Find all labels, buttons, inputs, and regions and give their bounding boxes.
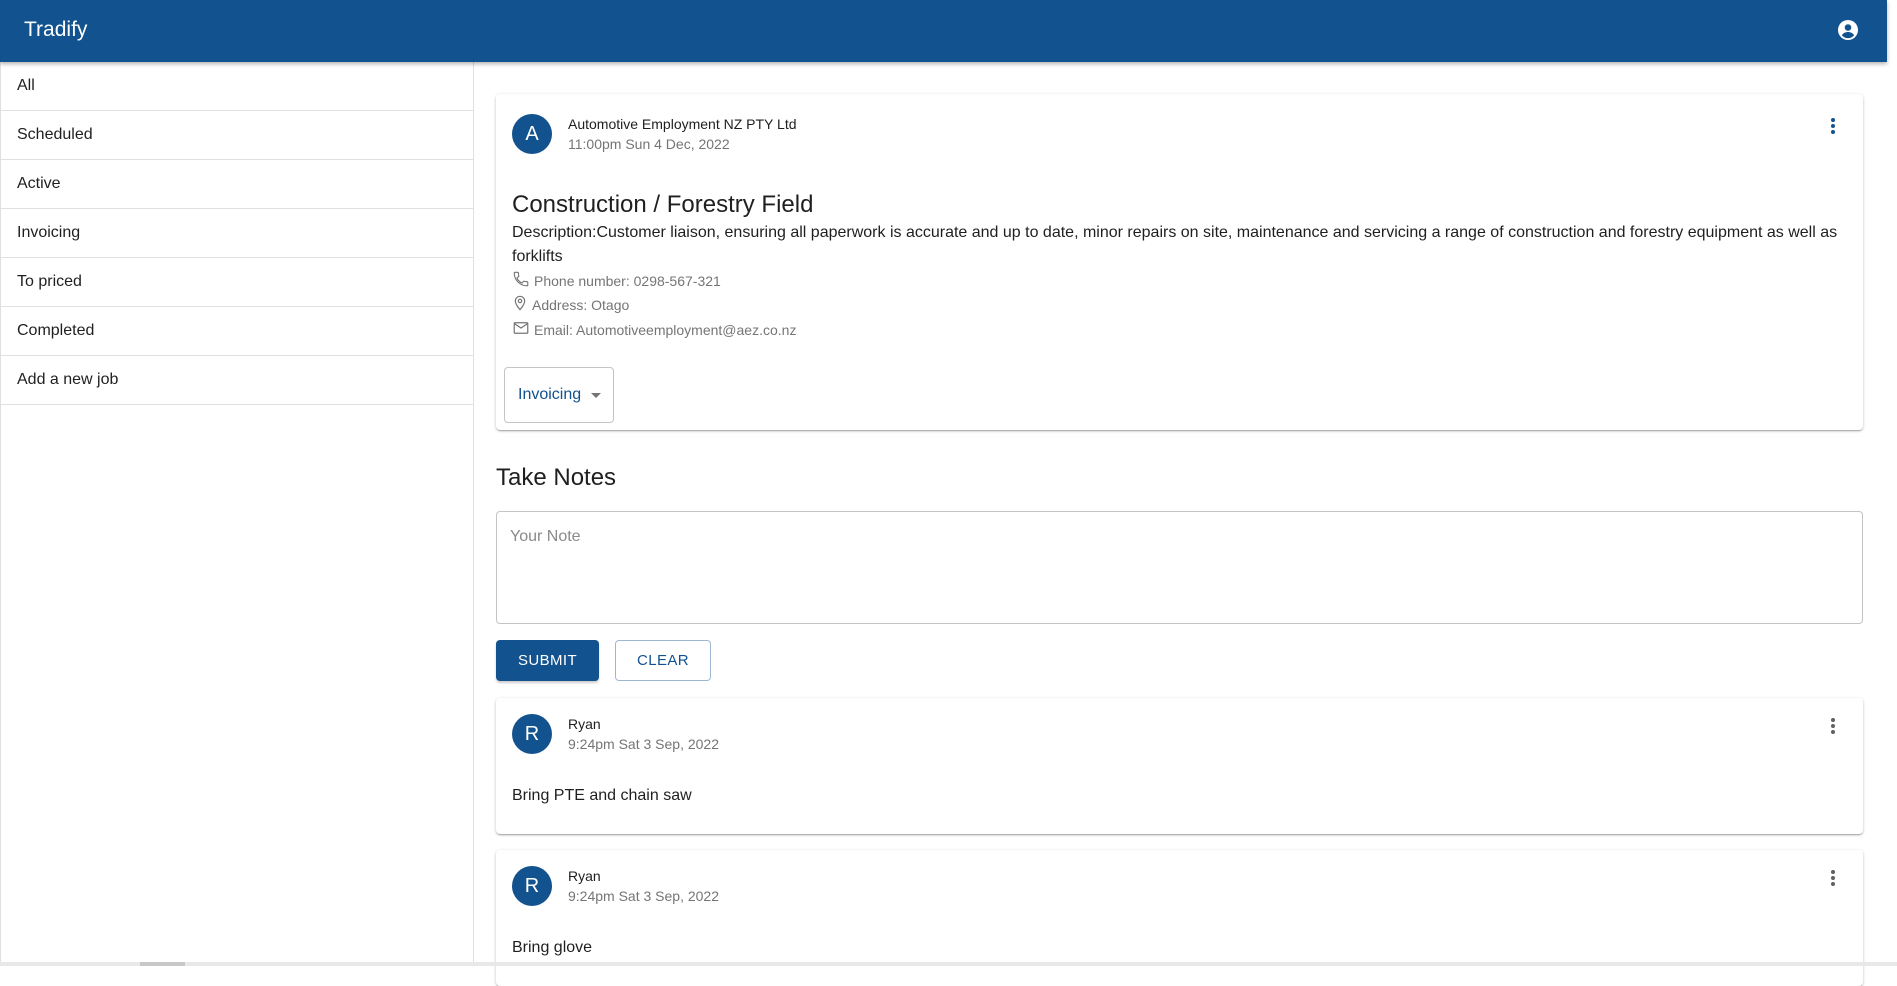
mail-icon (512, 319, 534, 340)
more-vert-icon[interactable] (1821, 114, 1845, 138)
horizontal-scrollbar[interactable] (0, 962, 1897, 966)
job-description: Description:Customer liaison, ensuring a… (512, 221, 1852, 269)
sidebar-item-invoicing[interactable]: Invoicing (1, 209, 473, 258)
sidebar-item-active[interactable]: Active (1, 160, 473, 209)
avatar: R (512, 866, 552, 906)
phone-icon (512, 270, 534, 291)
job-email-text: Email: Automotiveemployment@aez.co.nz (534, 322, 796, 338)
status-select-value: Invoicing (518, 386, 581, 404)
sidebar-item-add-new-job[interactable]: Add a new job (1, 356, 473, 405)
note-input[interactable] (510, 528, 1850, 608)
job-email: Email: Automotiveemployment@aez.co.nz (512, 319, 796, 340)
sidebar: All Scheduled Active Invoicing To priced… (0, 62, 474, 966)
job-company: Automotive Employment NZ PTY Ltd (568, 116, 797, 132)
main-content: A Automotive Employment NZ PTY Ltd 11:00… (496, 62, 1863, 966)
job-title: Construction / Forestry Field (512, 191, 813, 219)
note-field[interactable] (496, 511, 1863, 624)
scrollbar-thumb[interactable] (140, 962, 185, 966)
more-vert-icon[interactable] (1821, 866, 1845, 890)
job-timestamp: 11:00pm Sun 4 Dec, 2022 (568, 136, 730, 152)
account-circle-icon[interactable] (1836, 18, 1860, 42)
sidebar-item-label: Invoicing (17, 224, 80, 242)
app-bar: Tradify (0, 0, 1887, 62)
notes-title: Take Notes (496, 464, 616, 492)
more-vert-icon[interactable] (1821, 714, 1845, 738)
job-phone: Phone number: 0298-567-321 (512, 270, 721, 291)
note-timestamp: 9:24pm Sat 3 Sep, 2022 (568, 888, 719, 904)
note-author: Ryan (568, 716, 601, 732)
note-text: Bring glove (512, 939, 592, 957)
avatar: A (512, 114, 552, 154)
app-title: Tradify (24, 18, 87, 42)
sidebar-item-label: To priced (17, 273, 82, 291)
sidebar-item-scheduled[interactable]: Scheduled (1, 111, 473, 160)
sidebar-item-label: Completed (17, 322, 94, 340)
location-pin-icon (512, 294, 532, 315)
status-select[interactable]: Invoicing (504, 367, 614, 423)
note-text: Bring PTE and chain saw (512, 787, 692, 805)
sidebar-item-all[interactable]: All (1, 62, 473, 111)
submit-button[interactable]: SUBMIT (496, 640, 599, 681)
sidebar-item-label: Scheduled (17, 126, 93, 144)
arrow-drop-down-icon (591, 393, 601, 398)
sidebar-item-label: Active (17, 175, 61, 193)
note-card: R Ryan 9:24pm Sat 3 Sep, 2022 Bring PTE … (496, 698, 1863, 834)
clear-button[interactable]: CLEAR (615, 640, 711, 681)
sidebar-item-label: Add a new job (17, 371, 118, 389)
avatar: R (512, 714, 552, 754)
note-timestamp: 9:24pm Sat 3 Sep, 2022 (568, 736, 719, 752)
job-address-text: Address: Otago (532, 297, 629, 313)
sidebar-item-completed[interactable]: Completed (1, 307, 473, 356)
note-author: Ryan (568, 868, 601, 884)
job-address: Address: Otago (512, 294, 629, 315)
job-phone-text: Phone number: 0298-567-321 (534, 273, 721, 289)
sidebar-item-label: All (17, 77, 35, 95)
sidebar-item-to-priced[interactable]: To priced (1, 258, 473, 307)
job-card: A Automotive Employment NZ PTY Ltd 11:00… (496, 94, 1863, 430)
